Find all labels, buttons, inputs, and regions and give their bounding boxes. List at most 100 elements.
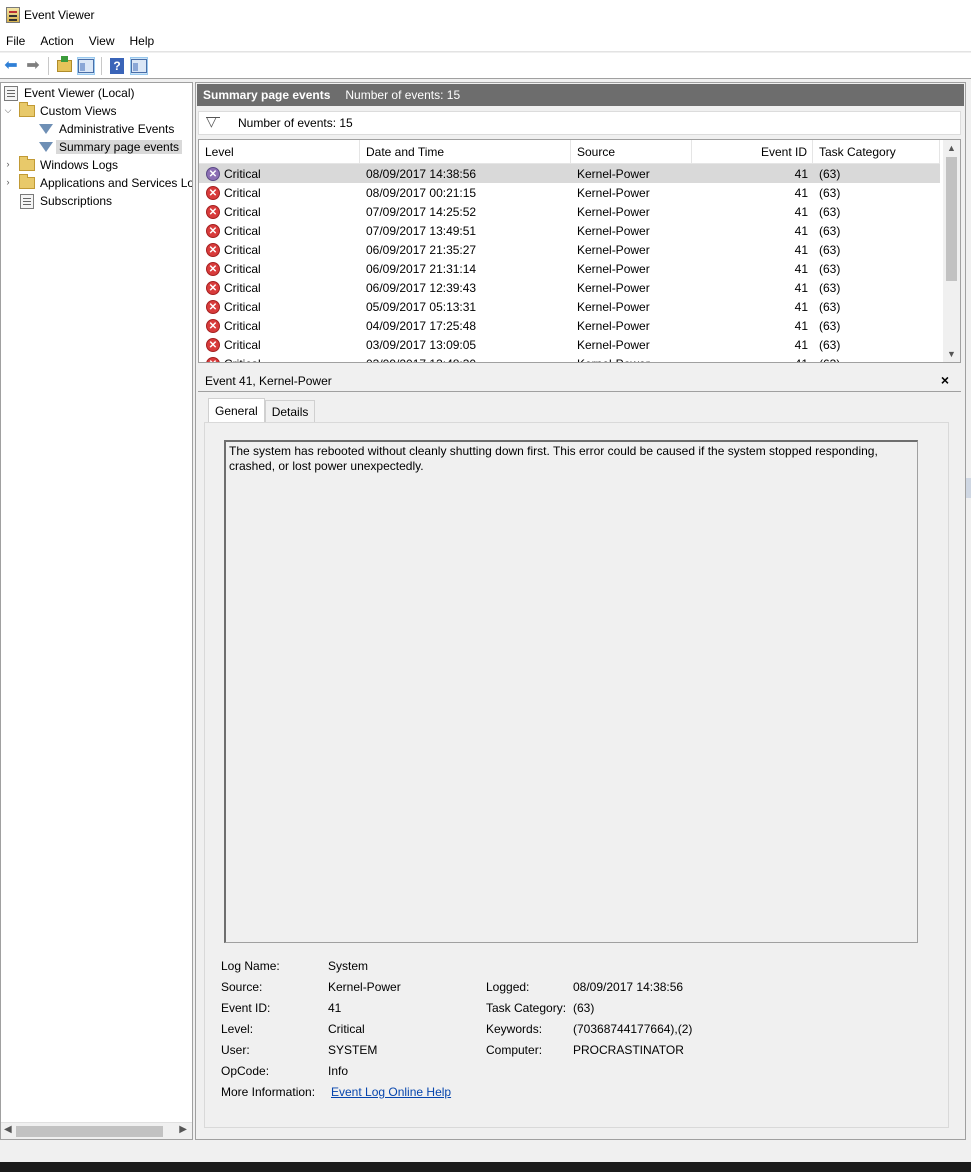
cell-date-time: 05/09/2017 05:13:31 (366, 299, 477, 314)
cell-level-text: Critical (224, 357, 261, 363)
expand-chevron-icon[interactable]: › (3, 177, 13, 187)
cell-event-id: 41 (794, 337, 808, 352)
user-label: User: (221, 1043, 250, 1057)
cell-event-id: 41 (794, 204, 808, 219)
column-header-date-time[interactable]: Date and Time (360, 140, 571, 164)
event-log-online-help-link[interactable]: Event Log Online Help (331, 1085, 451, 1099)
tree-item-summary-page-events[interactable]: Summary page events (38, 138, 183, 156)
scroll-right-icon[interactable]: ▶ (179, 1124, 187, 1135)
cell-level: ✕ Critical (199, 166, 360, 181)
table-row[interactable]: ✕ Critical 08/09/2017 14:38:56 Kernel-Power… (199, 164, 940, 183)
console-tree: Event Viewer (Local) ⌵ Custom Views Admi… (0, 82, 193, 1140)
help-button[interactable]: ? (108, 57, 126, 75)
cell-date-time: 07/09/2017 13:49:51 (366, 223, 477, 238)
critical-error-icon: ✕ (206, 337, 220, 352)
scroll-up-icon[interactable]: ▲ (947, 143, 956, 153)
tab-general[interactable]: General (208, 398, 265, 422)
cell-source: Kernel-Power (577, 223, 650, 238)
critical-error-icon: ✕ (206, 242, 220, 257)
tree-item-applications-services[interactable]: Applications and Services Lo (19, 174, 192, 192)
cell-task-category: (63) (819, 204, 841, 219)
menu-bar: File Action View Help (0, 30, 971, 52)
event-description[interactable]: The system has rebooted without cleanly … (224, 440, 918, 943)
more-information-label: More Information: (221, 1085, 316, 1099)
column-header-task-category[interactable]: Task Category (813, 140, 940, 164)
view-event-count: Number of events: 15 (345, 88, 461, 102)
log-name-value: System (328, 959, 369, 973)
detail-tabs: General Details (208, 398, 316, 422)
scroll-down-icon[interactable]: ▼ (947, 349, 956, 359)
tree-horizontal-scrollbar[interactable]: ◀ ▶ (1, 1122, 192, 1139)
column-header-event-id[interactable]: Event ID (692, 140, 813, 164)
tree-item-windows-logs[interactable]: Windows Logs (19, 156, 121, 174)
tree-item-subscriptions[interactable]: Subscriptions (19, 192, 115, 210)
expand-chevron-icon[interactable]: › (3, 159, 13, 169)
cell-event-id: 41 (794, 242, 808, 257)
menu-view[interactable]: View (83, 34, 121, 48)
critical-error-icon: ✕ (206, 223, 220, 238)
forward-button[interactable]: ➡ (24, 57, 42, 75)
show-hide-console-tree-button[interactable] (77, 56, 95, 75)
up-one-level-button[interactable] (55, 55, 73, 75)
column-header-source[interactable]: Source (571, 140, 692, 164)
cell-level-text: Critical (224, 204, 261, 219)
logged-value: 08/09/2017 14:38:56 (573, 980, 684, 994)
table-row[interactable]: ✕ Critical 03/09/2017 13:48:30Kernel-Power… (199, 354, 940, 363)
table-row[interactable]: ✕ Critical 04/09/2017 17:25:48 Kernel-Power… (199, 316, 940, 335)
cell-level: ✕ Critical (199, 280, 360, 295)
table-row[interactable]: ✕ Critical 06/09/2017 21:35:27 Kernel-Power… (199, 240, 940, 259)
tree-item-custom-views[interactable]: Custom Views (19, 102, 119, 120)
cell-level: ✕ Critical (199, 299, 360, 314)
collapse-chevron-icon[interactable]: ⌵ (3, 105, 13, 116)
critical-error-icon: ✕ (206, 166, 220, 181)
cell-source: Kernel-Power (577, 204, 650, 219)
column-header-level[interactable]: Level (199, 140, 360, 164)
toolbar-separator (48, 56, 49, 75)
critical-error-icon: ✕ (206, 185, 220, 200)
toolbar: ⬅ ➡ ? (0, 53, 971, 79)
tree-item-administrative-events[interactable]: Administrative Events (38, 120, 177, 138)
menu-action[interactable]: Action (34, 34, 79, 48)
computer-label: Computer: (486, 1043, 543, 1057)
table-row[interactable]: ✕ Critical 05/09/2017 05:13:31 Kernel-Power… (199, 297, 940, 316)
cell-date-time: 07/09/2017 14:25:52 (366, 204, 477, 219)
cell-date-time: 06/09/2017 12:39:43 (366, 280, 477, 295)
table-row[interactable]: ✕ Critical 08/09/2017 00:21:15 Kernel-Power… (199, 183, 940, 202)
table-row[interactable]: ✕ Critical 06/09/2017 12:39:43 Kernel-Power… (199, 278, 940, 297)
cell-level-text: Critical (224, 166, 261, 181)
opcode-value: Info (328, 1064, 349, 1078)
cell-event-id: 41 (794, 185, 808, 200)
cell-level: ✕ Critical (199, 356, 360, 363)
menu-file[interactable]: File (0, 34, 31, 48)
cell-source: Kernel-Power (577, 280, 650, 295)
menu-help[interactable]: Help (124, 34, 161, 48)
scrollbar-thumb[interactable] (16, 1126, 163, 1137)
cell-level-text: Critical (224, 242, 261, 257)
show-hide-action-pane-button[interactable] (130, 56, 148, 75)
tree-item-label: Subscriptions (40, 194, 113, 208)
scroll-left-icon[interactable]: ◀ (4, 1124, 12, 1135)
table-vertical-scrollbar[interactable]: ▲ ▼ (943, 140, 960, 362)
cell-event-id: 41 (692, 357, 813, 363)
table-row[interactable]: ✕ Critical 06/09/2017 21:31:14 Kernel-Power… (199, 259, 940, 278)
cell-level-text: Critical (224, 299, 261, 314)
cell-source: Kernel-Power (577, 185, 650, 200)
opcode-label: OpCode: (221, 1064, 270, 1078)
scrollbar-thumb[interactable] (946, 157, 957, 281)
event-id-label: Event ID: (221, 1001, 271, 1015)
back-button[interactable]: ⬅ (2, 57, 20, 75)
close-icon[interactable]: × (941, 372, 949, 388)
table-row[interactable]: ✕ Critical 03/09/2017 13:09:05 Kernel-Power… (199, 335, 940, 354)
tree-item-event-viewer-local[interactable]: Event Viewer (Local) (3, 84, 138, 102)
tree-item-label: Custom Views (40, 104, 117, 118)
table-row[interactable]: ✕ Critical 07/09/2017 13:49:51 Kernel-Power… (199, 221, 940, 240)
folder-icon (19, 156, 35, 173)
cell-level-text: Critical (224, 185, 261, 200)
event-viewer-icon (3, 85, 19, 101)
table-row[interactable]: ✕ Critical 07/09/2017 14:25:52 Kernel-Power… (199, 202, 940, 221)
user-value: SYSTEM (328, 1043, 378, 1057)
cell-date-time: 06/09/2017 21:31:14 (366, 261, 477, 276)
cell-level: ✕ Critical (199, 204, 360, 219)
events-table: Level Date and Time Source Event ID Task… (198, 139, 961, 363)
tab-details[interactable]: Details (264, 400, 316, 422)
